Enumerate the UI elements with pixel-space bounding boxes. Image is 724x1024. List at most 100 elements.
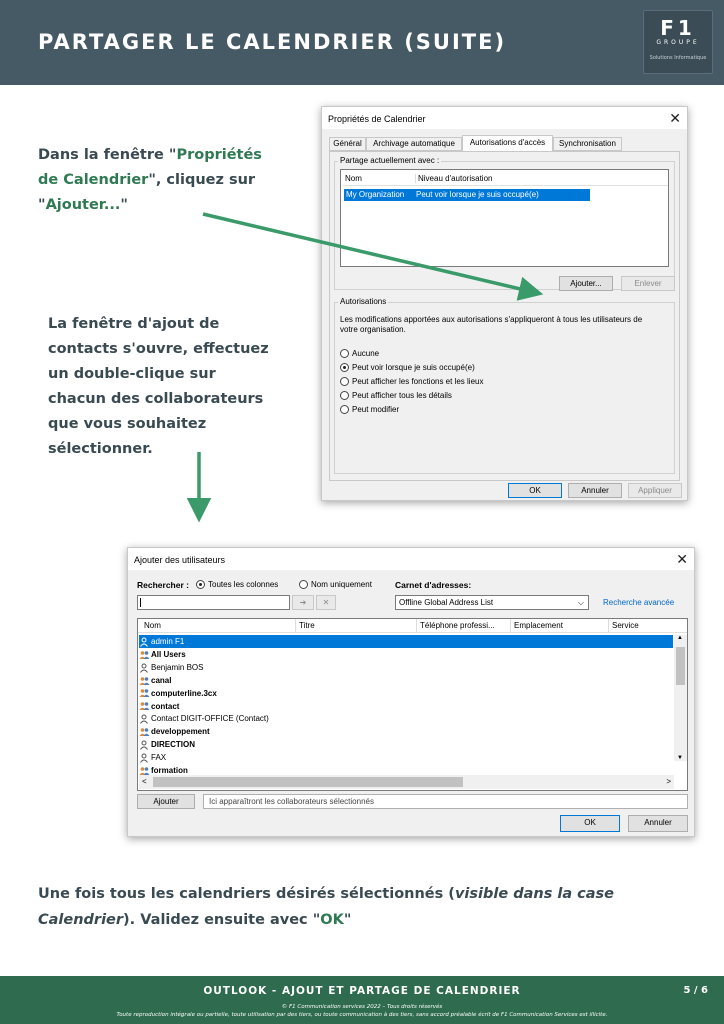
user-icon	[139, 714, 150, 725]
permissions-label: Autorisations	[338, 297, 389, 306]
list-item-name: developpement	[151, 727, 210, 737]
clear-search-button[interactable]: ✕	[316, 595, 336, 610]
step3-text2: ). Validez ensuite avec "	[123, 912, 321, 928]
apply-button[interactable]: Appliquer	[628, 483, 682, 498]
vertical-scrollbar[interactable]: ▲ ▼	[674, 635, 687, 761]
horizontal-scrollbar[interactable]: < >	[139, 775, 674, 789]
permissions-page-inner: Partage actuellement avec : Nom Niveau d…	[330, 152, 679, 480]
step3-italic-calendar: Calendrier	[38, 912, 124, 928]
step2-instruction: La fenêtre d'ajout de contacts s'ouvre, …	[48, 312, 308, 462]
list-item[interactable]: Contact DIGIT-OFFICE (Contact)	[139, 712, 673, 725]
ok-button[interactable]: OK	[508, 483, 562, 498]
tab-permissions[interactable]: Autorisations d'accès	[462, 135, 553, 152]
page-number: 5 / 6	[683, 985, 708, 996]
close-icon[interactable]: ✕	[669, 110, 681, 127]
col-title[interactable]: Titre	[295, 619, 315, 633]
user-icon	[139, 637, 150, 647]
list-item-name: contact	[151, 701, 180, 711]
radio-circle-selected	[340, 363, 349, 372]
list-item[interactable]: developpement	[139, 725, 673, 738]
step1-text2: ", cliquez sur	[148, 172, 256, 188]
list-header: Nom Titre Téléphone professi... Emplacem…	[138, 619, 687, 633]
close-icon[interactable]: ✕	[676, 551, 688, 568]
scroll-right-icon[interactable]: >	[666, 777, 671, 786]
page-title: PARTAGER LE CALENDRIER (SUITE)	[38, 30, 507, 54]
scroll-up-icon[interactable]: ▲	[677, 635, 683, 641]
add-users-dialog: Ajouter des utilisateurs ✕ Rechercher : …	[127, 547, 695, 837]
list-item-name: formation	[151, 766, 188, 775]
list-item[interactable]: computerline.3cx	[139, 687, 673, 700]
dialog-body: Rechercher : Toutes les colonnes Nom uni…	[128, 570, 694, 836]
step2-line: contacts s'ouvre, effectuez	[48, 341, 269, 357]
step1-quote-close: "	[120, 197, 128, 213]
tab-autoarchive[interactable]: Archivage automatique	[366, 137, 462, 151]
scroll-left-icon[interactable]: <	[142, 777, 147, 786]
shared-with-label: Partage actuellement avec :	[338, 156, 442, 165]
footer-title: OUTLOOK - AJOUT ET PARTAGE DE CALENDRIER	[203, 985, 521, 997]
step2-line: sélectionner.	[48, 441, 153, 457]
list-item[interactable]: admin F1	[139, 635, 673, 648]
advanced-search-link[interactable]: Recherche avancée	[603, 598, 674, 607]
legal-notice: Toute reproduction intégrale ou partiell…	[116, 1012, 608, 1018]
group-icon	[139, 650, 150, 660]
text-cursor	[140, 598, 141, 607]
col-department[interactable]: Service	[608, 619, 639, 633]
step1-instruction: Dans la fenêtre "Propriétés de Calendrie…	[38, 143, 298, 218]
list-header-name[interactable]: Nom	[345, 174, 362, 183]
hscroll-thumb[interactable]	[153, 777, 463, 787]
radio-label: Peut modifier	[352, 405, 400, 414]
search-go-button[interactable]: ➔	[292, 595, 314, 610]
col-name[interactable]: Nom	[144, 619, 161, 633]
radio-label: Peut afficher tous les détails	[352, 391, 452, 400]
scroll-down-icon[interactable]: ▼	[677, 755, 683, 761]
tab-sync[interactable]: Synchronisation	[553, 137, 622, 151]
list-item[interactable]: Benjamin BOS	[139, 661, 673, 674]
cancel-button[interactable]: Annuler	[628, 815, 688, 832]
list-item[interactable]: DIRECTION	[139, 738, 673, 751]
list-item[interactable]: contact	[139, 700, 673, 713]
radio-label: Aucune	[352, 349, 380, 358]
table-row[interactable]: My Organization Peut voir lorsque je sui…	[344, 189, 590, 201]
group-icon	[139, 688, 150, 698]
step1-highlight-add: Ajouter...	[45, 197, 121, 213]
list-item-name: computerline.3cx	[151, 688, 217, 698]
search-input[interactable]	[137, 595, 290, 610]
step3-italic: visible dans la case	[454, 886, 615, 902]
step1-quote-open: "	[38, 197, 46, 213]
group-icon	[139, 701, 150, 711]
users-list[interactable]: Nom Titre Téléphone professi... Emplacem…	[137, 618, 688, 791]
page-header: PARTAGER LE CALENDRIER (SUITE) F1 GROUPE…	[0, 0, 724, 85]
add-button[interactable]: Ajouter...	[559, 276, 613, 291]
dialog-title: Ajouter des utilisateurs	[134, 555, 226, 565]
step3-quote-close: "	[343, 912, 352, 928]
shared-with-list[interactable]: Nom Niveau d'autorisation My Organizatio…	[340, 169, 669, 267]
dialog-body: Général Archivage automatique Autorisati…	[322, 129, 687, 500]
list-item-name: Benjamin BOS	[151, 662, 204, 672]
cancel-button[interactable]: Annuler	[568, 483, 622, 498]
list-item-name: All Users	[151, 649, 186, 659]
col-phone[interactable]: Téléphone professi...	[416, 619, 495, 633]
user-icon	[139, 753, 150, 763]
add-selected-button[interactable]: Ajouter	[137, 794, 195, 809]
address-book-label: Carnet d'adresses:	[395, 580, 472, 590]
list-header-level[interactable]: Niveau d'autorisation	[415, 174, 492, 183]
remove-button[interactable]: Enlever	[621, 276, 675, 291]
scroll-thumb[interactable]	[676, 647, 685, 685]
tab-general[interactable]: Général	[329, 137, 366, 151]
radio-label: Nom uniquement	[311, 580, 372, 589]
list-item[interactable]: All Users	[139, 648, 673, 661]
list-item[interactable]: formation	[139, 764, 673, 775]
radio-circle	[340, 391, 349, 400]
step1-text: Dans la fenêtre "	[38, 147, 177, 163]
list-item[interactable]: FAX	[139, 751, 673, 764]
calendar-properties-dialog: Propriétés de Calendrier ✕ Général Archi…	[321, 106, 688, 501]
list-item[interactable]: canal	[139, 674, 673, 687]
address-book-select[interactable]: Offline Global Address List ⌵	[395, 595, 589, 610]
copyright-line: © F1 Communication services 2022 – Tous …	[281, 1004, 443, 1010]
col-location[interactable]: Emplacement	[510, 619, 563, 633]
ok-button[interactable]: OK	[560, 815, 620, 832]
users-rows: admin F1 All Users Benjamin BOS canal comput…	[139, 635, 673, 775]
radio-circle-selected	[196, 580, 205, 589]
selected-users-field[interactable]: Ici apparaîtront les collaborateurs séle…	[203, 794, 688, 809]
step3-instruction: Une fois tous les calendriers désirés sé…	[38, 881, 698, 933]
